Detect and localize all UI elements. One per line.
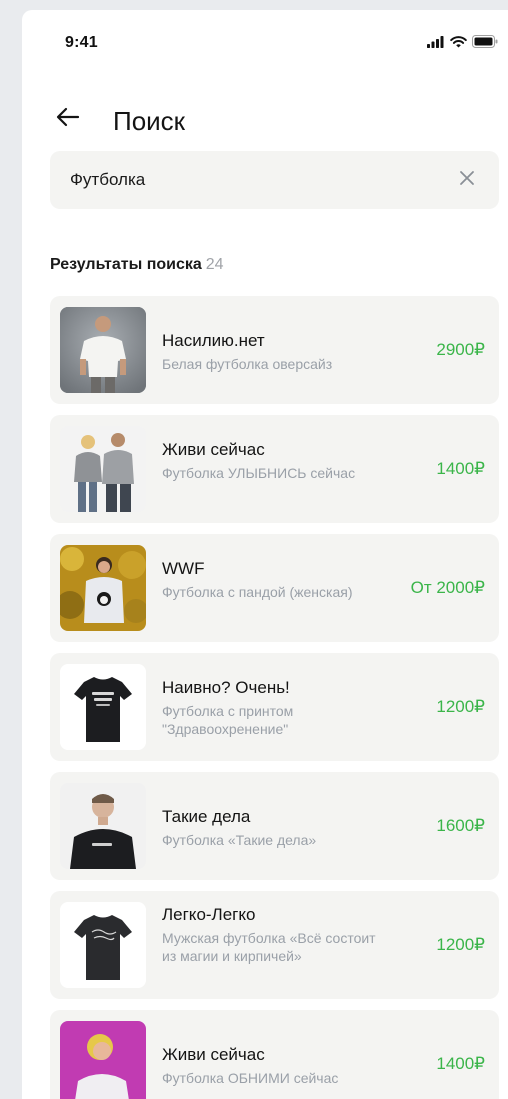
arrow-left-icon <box>56 107 80 132</box>
product-thumbnail-woman-panda-tshirt <box>60 545 146 631</box>
phone-screen: 9:41 Поиск Футболка Результаты поиска 24… <box>22 10 508 1099</box>
item-price: 1200₽ <box>436 935 485 954</box>
item-subtitle: Футболка с принтом "Здравоохренение" <box>162 703 294 737</box>
item-price: От 2000₽ <box>410 578 485 597</box>
item-subtitle: Белая футболка оверсайз <box>162 356 333 372</box>
product-thumbnail-couple-grey-tshirts <box>60 426 146 512</box>
wifi-icon <box>450 35 467 53</box>
result-card[interactable]: Живи сейчас Футболка УЛЫБНИСЬ сейчас 140… <box>50 415 499 523</box>
item-price: 1200₽ <box>436 697 485 716</box>
back-button[interactable] <box>53 104 83 134</box>
close-icon <box>459 170 475 191</box>
item-title: Насилию.нет <box>162 331 265 350</box>
result-card[interactable]: Такие дела Футболка «Такие дела» 1600₽ <box>50 772 499 880</box>
status-bar: 9:41 <box>22 10 508 72</box>
item-text: Такие дела Футболка «Такие дела» <box>162 806 387 849</box>
status-icons <box>427 35 498 53</box>
result-card[interactable]: Насилию.нет Белая футболка оверсайз 2900… <box>50 296 499 404</box>
result-card[interactable]: Легко-Легко Мужская футболка «Всё состои… <box>50 891 499 999</box>
item-price: 1400₽ <box>436 1054 485 1073</box>
product-thumbnail-man-white-tshirt <box>60 307 146 393</box>
results-list: Насилию.нет Белая футболка оверсайз 2900… <box>50 296 499 1099</box>
item-title: WWF <box>162 559 205 578</box>
item-subtitle: Футболка с пандой (женская) <box>162 584 353 600</box>
product-thumbnail-woman-pink-background <box>60 1021 146 1099</box>
item-text: Живи сейчас Футболка ОБНИМИ сейчас <box>162 1044 387 1087</box>
signal-icon <box>427 35 445 53</box>
battery-icon <box>472 35 498 53</box>
results-heading: Результаты поиска 24 <box>50 256 224 274</box>
result-card[interactable]: Живи сейчас Футболка ОБНИМИ сейчас 1400₽ <box>50 1010 499 1099</box>
item-subtitle: Футболка «Такие дела» <box>162 832 317 848</box>
clear-search-button[interactable] <box>455 168 479 192</box>
item-title: Живи сейчас <box>162 1045 265 1064</box>
results-heading-label: Результаты поиска <box>50 256 202 273</box>
item-subtitle: Мужская футболка «Всё состоит из магии и… <box>162 930 376 964</box>
item-subtitle: Футболка ОБНИМИ сейчас <box>162 1070 339 1086</box>
item-price: 2900₽ <box>436 340 485 359</box>
search-box <box>50 151 499 209</box>
item-text: Легко-Легко Мужская футболка «Всё состои… <box>162 904 387 965</box>
item-price: 1400₽ <box>436 459 485 478</box>
item-price: 1600₽ <box>436 816 485 835</box>
product-thumbnail-man-black-tshirt <box>60 783 146 869</box>
search-input[interactable] <box>70 151 430 209</box>
item-text: Насилию.нет Белая футболка оверсайз <box>162 330 387 373</box>
item-subtitle: Футболка УЛЫБНИСЬ сейчас <box>162 465 356 481</box>
product-thumbnail-black-tshirt-print <box>60 664 146 750</box>
product-thumbnail-black-tshirt-script <box>60 902 146 988</box>
results-count: 24 <box>205 256 224 273</box>
item-text: Наивно? Очень! Футболка с принтом "Здрав… <box>162 677 387 738</box>
header: Поиск <box>22 90 508 154</box>
result-card[interactable]: Наивно? Очень! Футболка с принтом "Здрав… <box>50 653 499 761</box>
item-title: Живи сейчас <box>162 440 265 459</box>
item-title: Такие дела <box>162 807 251 826</box>
item-title: Легко-Легко <box>162 905 256 924</box>
page-title: Поиск <box>113 106 186 136</box>
status-time: 9:41 <box>65 34 98 51</box>
item-text: WWF Футболка с пандой (женская) <box>162 558 387 601</box>
result-card[interactable]: WWF Футболка с пандой (женская) От 2000₽ <box>50 534 499 642</box>
item-title: Наивно? Очень! <box>162 678 290 697</box>
item-text: Живи сейчас Футболка УЛЫБНИСЬ сейчас <box>162 439 387 482</box>
